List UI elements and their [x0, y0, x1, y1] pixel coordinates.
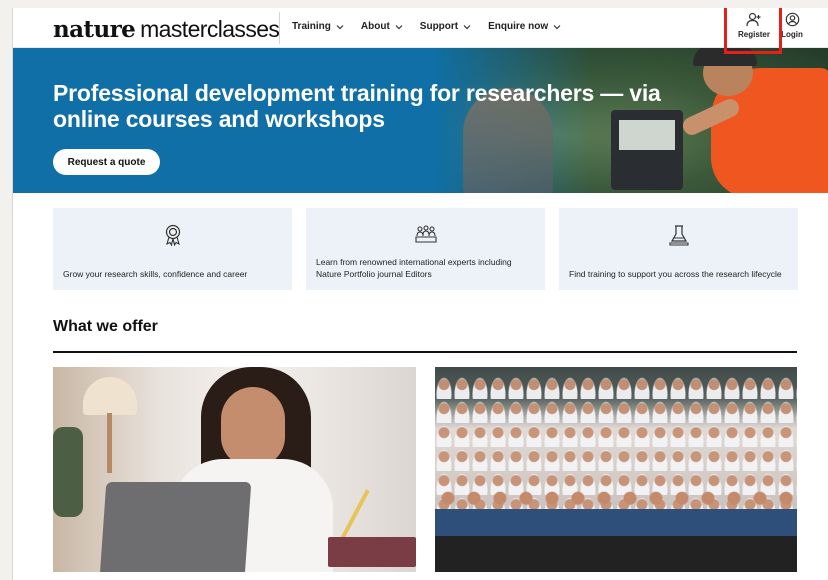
hero-banner: Professional development training for re… — [13, 48, 828, 193]
chevron-down-icon — [395, 24, 403, 29]
register-label: Register — [737, 30, 770, 39]
login-button[interactable]: Login — [767, 12, 817, 39]
photo-laptop — [99, 482, 252, 572]
hero-title: Professional development training for re… — [53, 80, 661, 132]
photo-plant — [53, 427, 83, 517]
site-logo[interactable]: nature masterclasses — [53, 16, 280, 43]
hero-photo-cap — [693, 48, 757, 66]
nav-support-label: Support — [419, 21, 459, 32]
nav-about-label: About — [360, 21, 390, 32]
feature-card-text: Grow your research skills, confidence an… — [63, 269, 248, 279]
nav-support[interactable]: Support — [420, 21, 471, 32]
header-divider — [279, 12, 280, 44]
group-people-icon — [414, 225, 437, 243]
feature-card-lifecycle: Find training to support you across the … — [559, 208, 798, 290]
nav-training-label: Training — [292, 21, 331, 32]
add-user-icon — [746, 12, 761, 27]
chevron-down-icon — [463, 24, 471, 29]
offer-image-workshop-group[interactable] — [435, 367, 797, 572]
feature-card-skills: Grow your research skills, confidence an… — [53, 208, 292, 290]
photo-pencil — [340, 489, 370, 540]
logo-light-text: masterclasses — [140, 16, 280, 42]
photo-lamp — [83, 377, 137, 415]
nav-enquire-now[interactable]: Enquire now — [488, 21, 561, 32]
award-rosette-icon — [165, 224, 180, 246]
photo-front-row — [435, 482, 797, 572]
chevron-down-icon — [336, 24, 344, 29]
section-divider — [53, 351, 797, 353]
section-title-what-we-offer: What we offer — [53, 318, 158, 335]
request-quote-button[interactable]: Request a quote — [53, 149, 160, 175]
feature-cards: Grow your research skills, confidence an… — [53, 208, 798, 290]
photo-face — [221, 387, 285, 467]
photo-lamp-stem — [107, 413, 112, 473]
feature-card-text: Learn from renowned international expert… — [316, 257, 512, 279]
feature-card-experts: Learn from renowned international expert… — [306, 208, 545, 290]
photo-books — [328, 537, 416, 567]
nav-about[interactable]: About — [361, 21, 403, 32]
chevron-down-icon — [553, 24, 561, 29]
login-label: Login — [781, 30, 803, 39]
page-frame: nature masterclasses Training About Suppo… — [12, 8, 828, 580]
microscope-lab-icon — [668, 225, 689, 246]
nav-enquire-now-label: Enquire now — [488, 21, 549, 32]
nav-training[interactable]: Training — [292, 21, 344, 32]
offer-image-online-learning[interactable] — [53, 367, 416, 572]
logo-bold-text: nature — [53, 16, 136, 43]
feature-card-text: Find training to support you across the … — [569, 269, 782, 279]
user-circle-icon — [785, 12, 799, 27]
site-header: nature masterclasses Training About Suppo… — [13, 8, 828, 54]
main-nav: Training About Support Enquire now — [292, 21, 561, 32]
